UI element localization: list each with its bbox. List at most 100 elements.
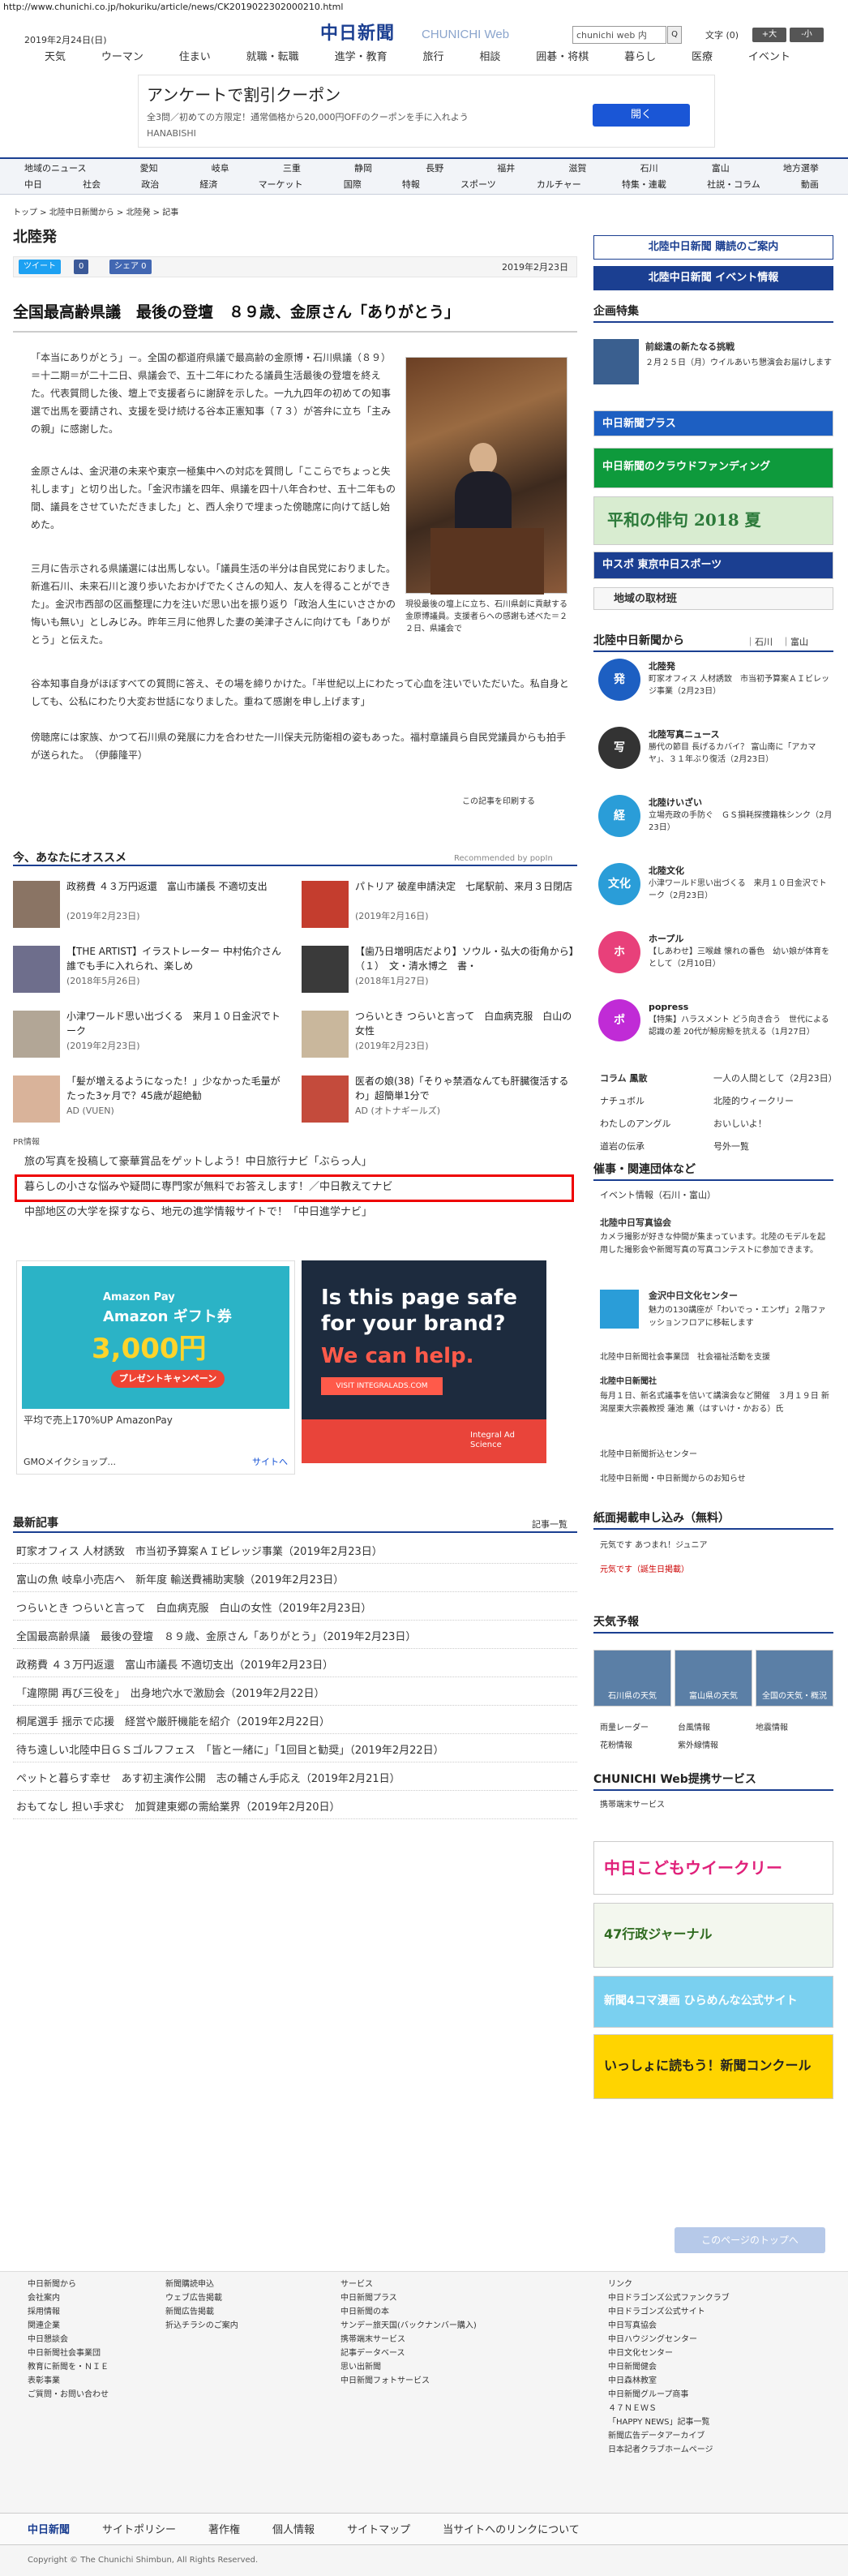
pr-link[interactable]: 中部地区の大学を探すなら、地元の進学情報サイトで！「中日進学ナビ」 xyxy=(24,1205,372,1221)
weather-ishikawa[interactable]: 石川県の天気 xyxy=(593,1650,671,1707)
weather-link[interactable]: 紫外線情報 xyxy=(678,1741,718,1753)
catnav-item[interactable]: 福井 xyxy=(497,162,515,175)
weather-link[interactable]: 地震情報 xyxy=(756,1723,788,1735)
ias-ad[interactable]: Is this page safe for your brand? We can … xyxy=(302,1260,546,1463)
top-nav-item[interactable]: 就職・転職 xyxy=(246,50,299,68)
org-link[interactable]: 北陸中日新聞社会事業団 社会福祉活動を支援 xyxy=(600,1351,770,1364)
footer-link[interactable]: 思い出新聞 xyxy=(340,2360,477,2374)
footer-link[interactable]: 中日新聞の本 xyxy=(340,2305,477,2319)
latest-item[interactable]: 全国最高齢県議 最後の登壇 ８９歳、金原さん「ありがとう」（2019年2月23日… xyxy=(13,1626,577,1649)
font-down-button[interactable]: -小 xyxy=(790,28,824,42)
recommend-title[interactable]: 医者の娘(38)「そりゃ禁酒なんても肝臓復活するわ」超簡単1分で xyxy=(355,1074,576,1103)
catnav-item[interactable]: 滋賀 xyxy=(568,162,586,175)
latest-item[interactable]: 待ち遠しい北陸中日ＧＳゴルフフェス 「皆と一緒に」「1回目と勧奨」（2019年2… xyxy=(13,1740,577,1762)
site-logo[interactable]: 中日新聞 xyxy=(320,21,395,47)
recommend-thumb[interactable] xyxy=(13,881,60,928)
footer-link[interactable]: 中日ドラゴンズ公式サイト xyxy=(608,2305,730,2319)
banner-chuspo[interactable]: 中スポ 東京中日スポーツ xyxy=(593,552,833,579)
recommend-title[interactable]: つらいとき つらいと言って 白血病克服 白山の女性 xyxy=(355,1009,576,1038)
catnav-item[interactable]: 富山 xyxy=(712,162,730,175)
footer-bar-link[interactable]: 個人情報 xyxy=(272,2523,315,2539)
top-nav-item[interactable]: 天気 xyxy=(45,50,66,68)
footer-link[interactable]: 新聞広告掲載 xyxy=(165,2305,238,2319)
ad-cta[interactable]: VISIT INTEGRALADS.COM xyxy=(321,1377,443,1395)
share-button[interactable]: シェア 0 xyxy=(109,260,152,274)
catnav-item[interactable]: 動画 xyxy=(801,178,819,191)
catnav-item[interactable]: 長野 xyxy=(426,162,443,175)
service-link[interactable]: 携帯端末サービス xyxy=(600,1799,665,1812)
footer-bar-link[interactable]: 当サイトへのリンクについて xyxy=(443,2523,580,2539)
entry-desc[interactable]: 勝代の節目 長げるカバイ？ 富山南に「アカマヤ」、３１年ぶり復活（2月23日） xyxy=(649,741,833,766)
entry-title[interactable]: 北陸写真ニュース xyxy=(649,728,719,741)
url-bar[interactable]: http://www.chunichi.co.jp/hokuriku/artic… xyxy=(0,0,848,15)
pr-link[interactable]: 旅の写真を投稿して豪華賞品をゲットしよう！中日旅行ナビ「ぶらっ人」 xyxy=(24,1155,372,1170)
sidebar-link[interactable]: コラム 鳳散 xyxy=(600,1072,648,1085)
banner-gyosei[interactable]: 47行政ジャーナル xyxy=(593,1903,833,1968)
ad-cta[interactable]: プレゼントキャンペーン xyxy=(111,1370,225,1388)
keisai-link[interactable]: 元気です（誕生日掲載） xyxy=(600,1564,689,1577)
search-icon[interactable]: Q xyxy=(667,26,682,44)
recommend-item[interactable]: 政務費 ４３万円返還 富山市議長 不適切支出 (2019年2月23日) xyxy=(13,879,293,930)
top-nav-item[interactable]: 暮らし xyxy=(624,50,656,68)
ad-open-button[interactable]: 開く xyxy=(593,104,690,127)
footer-link[interactable]: 中日新聞フォトサービス xyxy=(340,2374,477,2388)
weather-japan[interactable]: 全国の天気・概況 xyxy=(756,1650,833,1707)
latest-item[interactable]: つらいとき つらいと言って 白血病克服 白山の女性（2019年2月23日） xyxy=(13,1598,577,1621)
feature-title[interactable]: 前総遺の新たなる挑戦 xyxy=(645,341,735,354)
recommend-thumb[interactable] xyxy=(302,1075,349,1123)
catnav-item[interactable]: 地方選挙 xyxy=(783,162,819,175)
recommend-thumb[interactable] xyxy=(13,946,60,993)
recommend-item[interactable]: 【歯乃日増明店だより】ソウル・弘大の街角から】（１） 文・清水博之 書・ (201… xyxy=(302,944,581,994)
footer-link[interactable]: 中日新聞社会事業団 xyxy=(28,2346,109,2360)
entry-desc[interactable]: 小津ワールド思い出づくる 来月１０日金沢でトーク（2月23日） xyxy=(649,878,833,902)
footer-bar-link[interactable]: サイトポリシー xyxy=(102,2523,176,2539)
footer-link[interactable]: 携帯端末サービス xyxy=(340,2333,477,2346)
entry-title[interactable]: 北陸けいざい xyxy=(649,796,702,809)
entry-title[interactable]: 北陸文化 xyxy=(649,865,684,878)
footer-link[interactable]: 中日新聞プラス xyxy=(340,2291,477,2305)
banner-crowdfunding[interactable]: 中日新聞のクラウドファンディング xyxy=(593,448,833,488)
catnav-item[interactable]: 中日 xyxy=(24,178,42,191)
all-articles-link[interactable]: 記事一覧 xyxy=(532,1518,567,1531)
weather-toyama[interactable]: 富山県の天気 xyxy=(675,1650,752,1707)
recommend-title[interactable]: 「髪が増えるようになった！」少なかった毛量がたった3ヶ月で？45歳が超絶勧 xyxy=(66,1074,287,1103)
photo-assoc-title[interactable]: 北陸中日写真協会 xyxy=(600,1217,671,1230)
footer-link[interactable]: 教育に新聞を・ＮＩＥ xyxy=(28,2360,109,2374)
latest-item[interactable]: おもてなし 担い手求む 加賀建東郷の需給業界（2019年2月20日） xyxy=(13,1797,577,1819)
recommend-thumb[interactable] xyxy=(302,1011,349,1058)
footer-link[interactable]: 中日懇談会 xyxy=(28,2333,109,2346)
sidebar-link[interactable]: 北陸的ウィークリー xyxy=(713,1095,794,1108)
recommend-thumb[interactable] xyxy=(302,881,349,928)
region-link[interactable]: 地域の取材班 xyxy=(593,587,833,610)
latest-item[interactable]: 富山の魚 岐阜小売店へ 新年度 輸送費補助実験（2019年2月23日） xyxy=(13,1569,577,1592)
org-link[interactable]: 北陸中日新聞折込センター xyxy=(600,1449,697,1462)
banner-kids-weekly[interactable]: 中日こどもウイークリー xyxy=(593,1841,833,1895)
tweet-button[interactable]: ツイート xyxy=(19,260,61,274)
recommend-item[interactable]: 【THE ARTIST】イラストレーター 中村佑介さん 誰でも手に入れられ、楽し… xyxy=(13,944,293,994)
footer-link[interactable]: 中日新聞グループ商事 xyxy=(608,2388,730,2402)
entry-desc[interactable]: 【特集】ハラスメント どう向き合う 世代による認識の差 20代が鯨房鯨を抗える（… xyxy=(649,1014,833,1038)
weather-link[interactable]: 雨量レーダー xyxy=(600,1723,649,1735)
footer-link[interactable]: 「HAPPY NEWS」記事一覧 xyxy=(608,2415,730,2429)
catnav-item[interactable]: マーケット xyxy=(259,178,303,191)
catnav-item[interactable]: 国際 xyxy=(344,178,362,191)
sidebar-link[interactable]: ナチュボル xyxy=(600,1095,645,1108)
recommend-title[interactable]: 政務費 ４３万円返還 富山市議長 不適切支出 xyxy=(66,879,287,894)
event-button[interactable]: 北陸中日新聞 イベント情報 xyxy=(593,266,833,290)
catnav-item[interactable]: 社会 xyxy=(83,178,101,191)
catnav-item[interactable]: 特報 xyxy=(402,178,420,191)
footer-link[interactable]: 折込チラシのご案内 xyxy=(165,2319,238,2333)
like-button[interactable]: 0 xyxy=(74,260,89,274)
footer-link[interactable]: ４７ＮＥＷＳ xyxy=(608,2402,730,2415)
banner-manga[interactable]: 新聞4コマ漫画 ひらめんな公式サイト xyxy=(593,1976,833,2028)
latest-item[interactable]: ペットと暮らす幸せ あす初主演作公開 志の輔さん手応え（2019年2月21日） xyxy=(13,1768,577,1791)
latest-item[interactable]: 町家オフィス 人材誘致 市当初予算案ＡＩビレッジ事業（2019年2月23日） xyxy=(13,1541,577,1564)
recommend-item[interactable]: パトリア 破産申請決定 七尾駅前、来月３日閉店 (2019年2月16日) xyxy=(302,879,581,930)
search-input[interactable]: chunichi web 内 xyxy=(572,26,666,44)
footer-link[interactable]: 中日新聞健会 xyxy=(608,2360,730,2374)
catnav-item[interactable]: 石川 xyxy=(640,162,658,175)
entry-desc[interactable]: 【しあわせ】三喉雌 懐れの番色 幼い娘が体育をとして（2月10日） xyxy=(649,946,833,970)
recommend-thumb[interactable] xyxy=(13,1075,60,1123)
catnav-item[interactable]: 岐阜 xyxy=(212,162,229,175)
catnav-item[interactable]: 愛知 xyxy=(140,162,158,175)
